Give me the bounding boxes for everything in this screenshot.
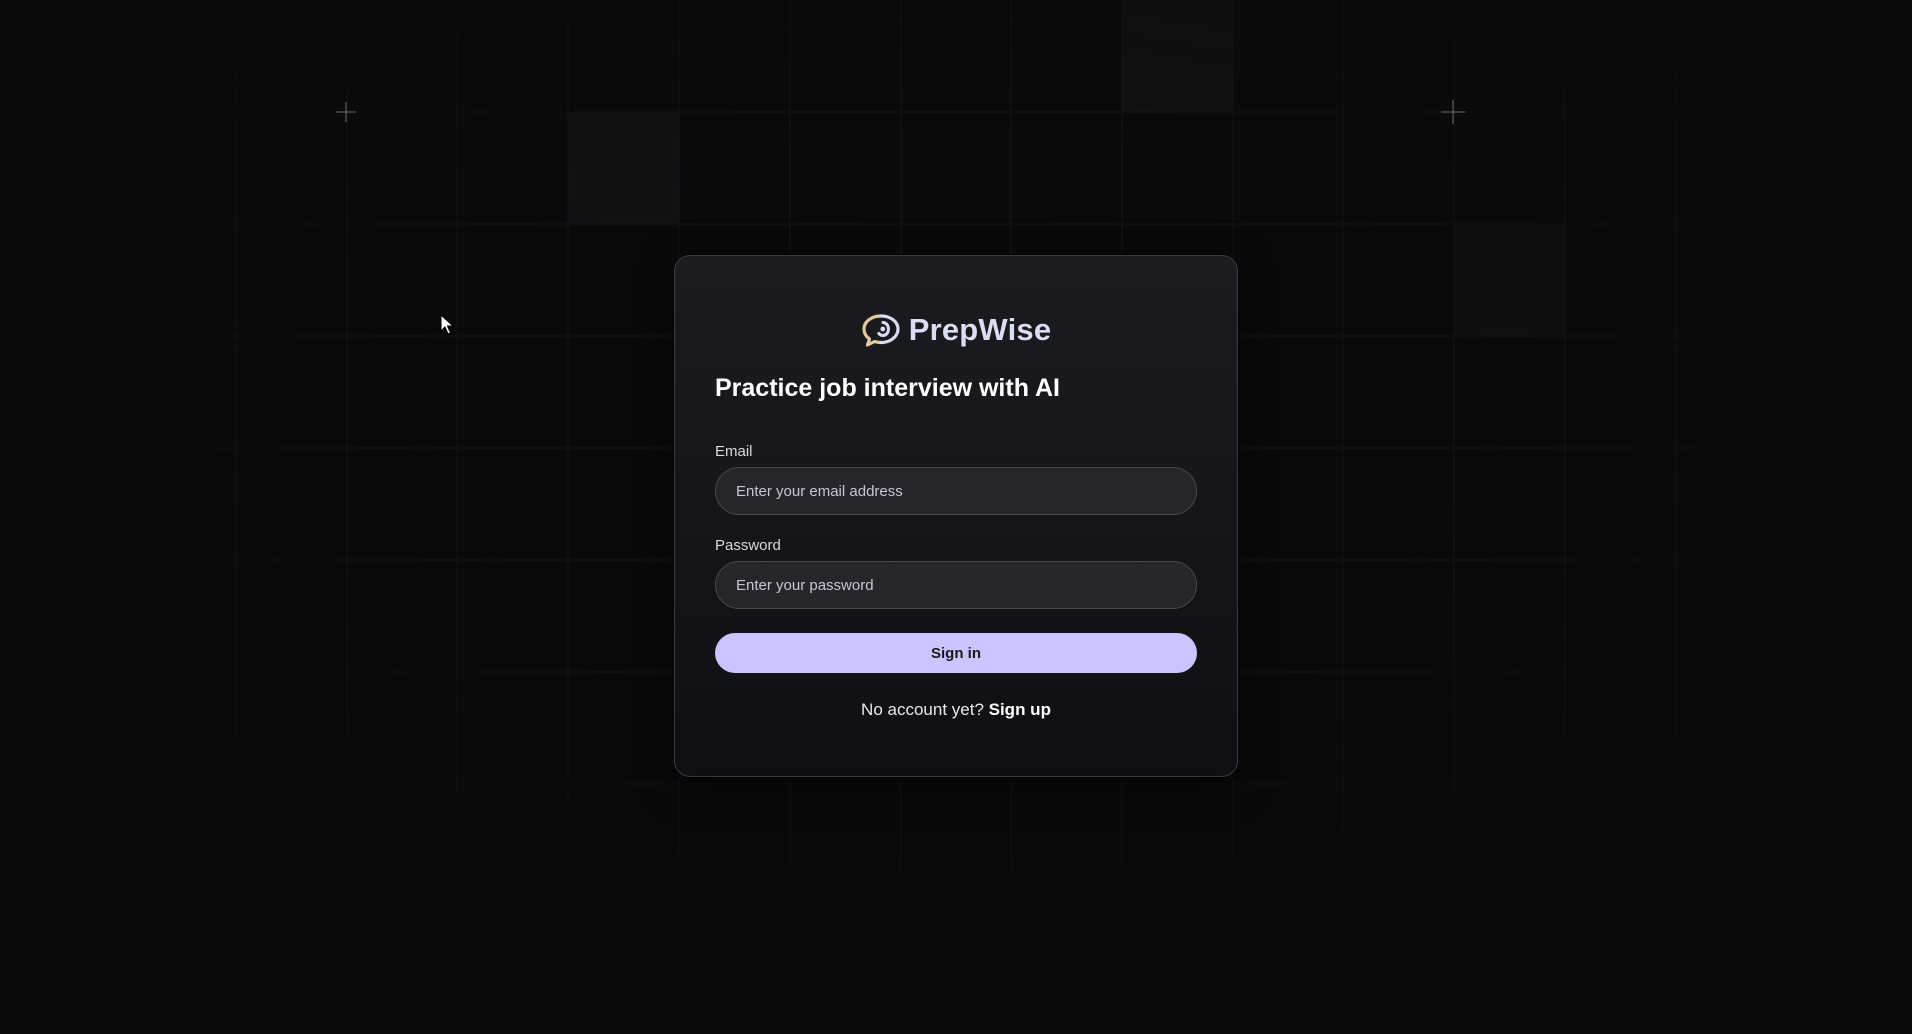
email-label: Email <box>715 443 753 460</box>
sign-up-prompt-text: No account yet? <box>861 700 989 719</box>
password-label: Password <box>715 537 781 554</box>
sign-up-prompt: No account yet? Sign up <box>675 700 1237 720</box>
login-page: PrepWise Practice job interview with AI … <box>0 0 1912 1034</box>
mouse-pointer-icon <box>440 313 456 336</box>
sign-in-card: PrepWise Practice job interview with AI … <box>674 255 1238 777</box>
email-field[interactable] <box>715 467 1197 515</box>
page-title: Practice job interview with AI <box>715 374 1060 402</box>
brand: PrepWise <box>675 312 1237 348</box>
brand-name: PrepWise <box>908 312 1052 347</box>
chat-bubble-logo-icon <box>861 313 901 347</box>
password-field[interactable] <box>715 561 1197 609</box>
sign-in-button[interactable]: Sign in <box>715 633 1197 673</box>
sign-up-link[interactable]: Sign up <box>989 700 1051 719</box>
